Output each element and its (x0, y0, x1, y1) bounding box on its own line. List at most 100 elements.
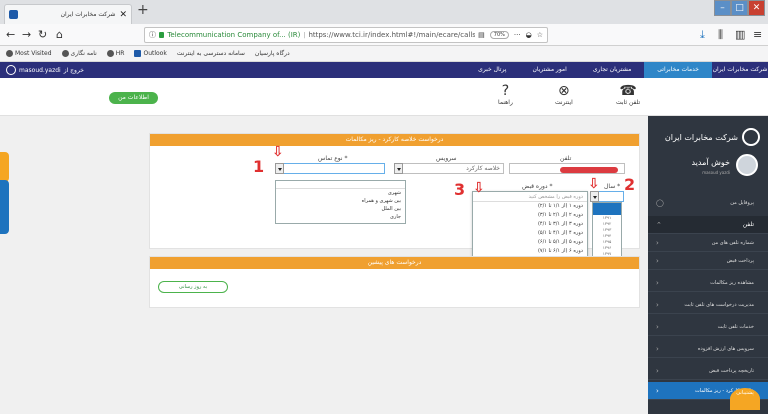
new-tab-icon[interactable]: + (137, 2, 149, 18)
url-text[interactable]: https://www.tci.ir/index.html#!/main/eca… (308, 31, 475, 39)
sidebar-item[interactable]: سرویس های ارزش افزوده ‹ (648, 340, 768, 358)
sidebar-profile[interactable]: پروفایل من ◯ (648, 194, 768, 212)
chevron-left-icon: ‹ (656, 301, 659, 309)
sidebar-item[interactable]: خدمات تلفن ثابت ‹ (648, 318, 768, 336)
service-dropdown-icon[interactable] (394, 163, 403, 174)
annotation-number-1: 1 (253, 157, 265, 176)
logout-link[interactable]: خروج از (64, 67, 84, 74)
contact-option[interactable]: بین الملل (276, 205, 405, 213)
forward-icon[interactable]: → (22, 28, 31, 42)
sidebar-item[interactable]: مدیریت درخواست های تلفن ثابت ‹ (648, 296, 768, 314)
back-icon[interactable]: ← (6, 28, 15, 42)
contact-type-dropdown-icon[interactable] (275, 163, 284, 174)
period-option[interactable]: دوره ۶ (از ۶/۱ تا ۷/۱) (473, 247, 587, 256)
sidebar-section-phone[interactable]: تلفن ⌃ (648, 216, 768, 234)
contact-option[interactable]: جاری (276, 213, 405, 221)
brand-logo[interactable]: شرکت مخابرات ایران (712, 62, 768, 78)
left-edge-tab-blue[interactable] (0, 180, 9, 234)
year-label: سال * (604, 183, 621, 190)
contact-type-select[interactable] (275, 163, 385, 174)
menu-telecom-services[interactable]: خدمات مخابراتی (644, 62, 712, 78)
minimize-icon[interactable]: – (714, 0, 731, 16)
chevron-up-icon: ⌃ (656, 221, 662, 229)
year-dropdown-icon[interactable] (590, 191, 599, 202)
phone-label: تلفن (560, 155, 572, 162)
url-bar[interactable]: ⓘ Telecommunication Company of... (IR) |… (144, 27, 548, 43)
browser-tab-bar: شرکت مخابرات ایران ✕ + – □ ✕ (0, 0, 768, 24)
info-icon[interactable]: ⓘ (149, 30, 156, 40)
left-edge-tab[interactable] (0, 152, 9, 182)
user-greeting: خوش آمدید (691, 158, 730, 167)
logo-icon (742, 128, 760, 146)
annotation-number-2: 2 (624, 175, 636, 194)
user-box[interactable]: masoud.yazdi خروج از (6, 65, 84, 75)
contact-type-label: نوع تماس * (318, 155, 348, 162)
period-option[interactable]: دوره ۳ (از ۳/۱ تا ۴/۱) (473, 220, 587, 229)
favicon-icon (9, 10, 18, 19)
bookmark-item[interactable]: درگاه پارسیان (255, 50, 290, 57)
annotation-arrow-2: ⇩ (588, 176, 600, 192)
period-option[interactable]: دوره ۱ (از ۱/۱ تا ۲/۱) (473, 202, 587, 211)
pocket-icon[interactable]: ◒ (526, 31, 532, 39)
globe-icon (61, 50, 69, 57)
right-sidebar: شرکت مخابرات ایران خوش آمدید masoud yazd… (648, 116, 768, 414)
support-button[interactable]: پشتیبانی (730, 388, 760, 410)
reload-icon[interactable]: ↻ (38, 28, 47, 42)
zoom-level[interactable]: 70% (489, 31, 509, 39)
period-option[interactable]: دوره ۴ (از ۴/۱ تا ۵/۱) (473, 229, 587, 238)
year-option-selected[interactable] (593, 203, 621, 215)
star-icon[interactable]: ☆ (537, 31, 543, 39)
menu-news-portal[interactable]: پرتال خبری (465, 62, 519, 78)
satellite-icon: ⊗ (558, 83, 570, 99)
contact-option[interactable] (276, 181, 405, 189)
globe-icon (106, 50, 114, 57)
period-option[interactable]: دوره ۵ (از ۵/۱ تا ۶/۱) (473, 238, 587, 247)
tool-help[interactable]: ? راهنما (498, 83, 513, 106)
bookmark-item[interactable]: HR (106, 50, 124, 57)
home-icon[interactable]: ⌂ (56, 28, 63, 42)
menu-customer-affairs[interactable]: امور مشتریان (519, 62, 579, 78)
lock-icon (159, 32, 165, 38)
user-circle-icon: ◯ (656, 199, 664, 207)
period-option[interactable]: دوره ۲ (از ۲/۱ تا ۳/۱) (473, 211, 587, 220)
tool-landline[interactable]: ☎ تلفن ثابت (616, 83, 640, 106)
menu-icon[interactable]: ≡ (753, 28, 762, 42)
menu-business[interactable]: مشتریان تجاری (580, 62, 644, 78)
sidebar-logo[interactable]: شرکت مخابرات ایران (665, 128, 760, 146)
period-placeholder[interactable]: دوره قبض را مشخص کنید (473, 192, 587, 202)
sidebar-item[interactable]: مشاهده ریز مکالمات ‹ (648, 274, 768, 292)
refresh-button[interactable]: به روز رسانی (158, 281, 228, 293)
sidebar-item[interactable]: شماره تلفن های من ‹ (648, 234, 768, 252)
period-label: دوره قبض * (522, 183, 553, 190)
tool-internet[interactable]: ⊗ اینترنت (555, 83, 573, 106)
browser-tab[interactable]: شرکت مخابرات ایران ✕ (4, 4, 132, 24)
tab-title: شرکت مخابرات ایران (60, 11, 116, 18)
service-label: سرویس (436, 155, 457, 162)
chevron-left-icon: ‹ (656, 279, 659, 287)
gear-icon (6, 50, 13, 57)
sidebar-item[interactable]: تاریخچه پرداخت قبض ‹ (648, 362, 768, 380)
browser-navbar: ← → ↻ ⌂ ⓘ Telecommunication Company of..… (0, 24, 768, 46)
bookmark-item[interactable]: Outlook (134, 50, 167, 57)
annotation-arrow-1: ⇩ (272, 144, 284, 160)
sidebar-icon[interactable]: ▥ (735, 28, 745, 42)
bookmark-item[interactable]: نامه نگاری (61, 50, 97, 57)
download-icon[interactable]: ⤓ (700, 28, 705, 42)
service-select[interactable]: خلاصه کارکرد (394, 163, 504, 174)
my-info-button[interactable]: اطلاعات من (109, 92, 158, 104)
request-panel-title: درخواست خلاصه کارکرد - ریز مکالمات (150, 134, 639, 146)
user-icon (6, 65, 16, 75)
close-tab-icon[interactable]: ✕ (119, 10, 127, 20)
reader-icon[interactable]: ▤ (478, 31, 485, 39)
contact-option[interactable]: شهری (276, 189, 405, 197)
phone-icon: ☎ (619, 83, 637, 99)
sidebar-item[interactable]: پرداخت قبض ‹ (648, 252, 768, 270)
maximize-icon[interactable]: □ (731, 0, 748, 16)
contact-option[interactable]: بین شهری و همراه (276, 197, 405, 205)
chevron-left-icon: ‹ (656, 257, 659, 265)
library-icon[interactable]: ⫼ (718, 28, 723, 42)
bookmark-item[interactable]: Most Visited (6, 50, 52, 57)
close-window-icon[interactable]: ✕ (748, 0, 765, 16)
bookmark-item[interactable]: سامانه دسترسی به اینترنت (177, 50, 245, 57)
more-icon[interactable]: ··· (514, 31, 521, 39)
